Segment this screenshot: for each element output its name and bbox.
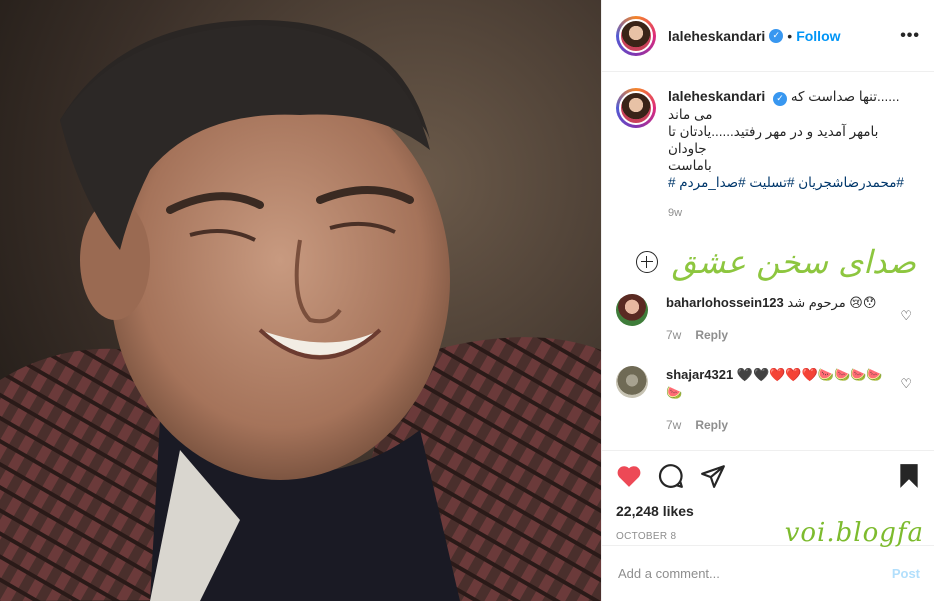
post-sidebar: laleheskandari ✓ • Follow ••• laleheskan…	[601, 0, 934, 601]
calligraphy-overlay: صدای سخن عشق	[602, 222, 934, 294]
post-header: laleheskandari ✓ • Follow •••	[602, 0, 934, 72]
follow-button[interactable]: Follow	[796, 28, 840, 44]
share-send-icon[interactable]	[700, 463, 726, 489]
portrait-image	[0, 0, 601, 601]
caption-line-2: بامهر آمدید و در مهر رفتید......یادتان ت…	[668, 123, 879, 156]
separator-dot: •	[787, 27, 793, 44]
add-circle-icon	[635, 250, 658, 273]
comment-text: مرحوم شد 😢😯	[787, 294, 877, 310]
commenter-avatar[interactable]	[616, 365, 648, 398]
caption-author-avatar[interactable]	[616, 88, 656, 128]
comments-scroll-area[interactable]: laleheskandari ✓ ......تنها صداست که می …	[602, 72, 934, 450]
like-heart-icon[interactable]	[616, 464, 642, 488]
verified-badge-icon: ✓	[773, 91, 788, 106]
caption-username[interactable]: laleheskandari	[668, 88, 765, 104]
caption-line-3: باماست	[668, 157, 712, 173]
author-username[interactable]: laleheskandari	[668, 28, 765, 44]
comment-item: baharlohossein123 مرحوم شد 😢😯 7w Reply ♡	[602, 293, 934, 344]
reply-button[interactable]: Reply	[695, 416, 728, 434]
author-avatar[interactable]	[616, 15, 656, 56]
verified-badge-icon: ✓	[769, 28, 784, 43]
comment-username[interactable]: shajar4321	[666, 367, 733, 382]
reply-button[interactable]: Reply	[695, 326, 728, 344]
comment-age: 7w	[666, 327, 682, 342]
post-comment-button[interactable]: Post	[892, 566, 920, 581]
commenter-avatar[interactable]	[616, 293, 648, 326]
add-comment-bar: Post	[602, 545, 934, 601]
comment-age: 7w	[666, 417, 682, 432]
post-photo[interactable]	[0, 0, 601, 601]
more-options-icon[interactable]: •••	[900, 27, 920, 45]
comment-input[interactable]	[618, 566, 892, 581]
comment-username[interactable]: baharlohossein123	[666, 295, 784, 310]
comment-like-heart-icon[interactable]: ♡	[900, 376, 912, 392]
caption-age: 9w	[668, 206, 683, 219]
like-count[interactable]: 22,248 likes	[616, 503, 920, 519]
save-bookmark-icon[interactable]	[898, 463, 920, 489]
watermark-text: voi.blogfa	[784, 518, 924, 548]
comment-bubble-icon[interactable]	[658, 463, 684, 489]
post-caption: laleheskandari ✓ ......تنها صداست که می …	[602, 72, 934, 222]
caption-hashtags[interactable]: #محمدرضاشجریان #تسلیت #صدا_مردم #	[668, 174, 920, 191]
comment-like-heart-icon[interactable]: ♡	[900, 308, 912, 324]
calligraphy-text: صدای سخن عشق	[671, 242, 916, 281]
comment-item: shajar4321 🖤🖤❤️❤️❤️🍉🍉🍉🍉 🍉 7w Reply ♡	[602, 362, 934, 434]
